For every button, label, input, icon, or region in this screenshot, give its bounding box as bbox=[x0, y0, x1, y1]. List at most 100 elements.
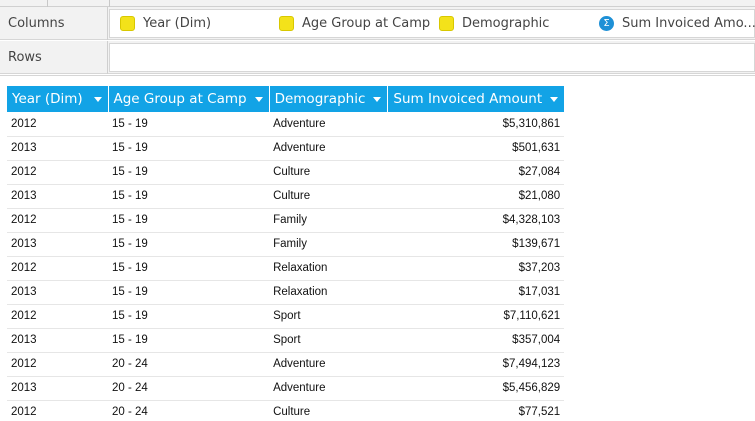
cell-age-group: 20 - 24 bbox=[108, 376, 270, 401]
table-row[interactable]: 2012 20 - 24 Culture $77,521 bbox=[7, 400, 565, 421]
cell-year: 2012 bbox=[7, 400, 108, 421]
cell-sum-invoiced: $77,521 bbox=[387, 400, 565, 421]
cell-demographic: Family bbox=[269, 232, 388, 257]
results-grid: Year (Dim) Age Group at Camp Demographic… bbox=[0, 75, 755, 421]
column-header-label: Age Group at Camp bbox=[113, 91, 247, 107]
cell-age-group: 15 - 19 bbox=[108, 136, 270, 161]
tab-divider bbox=[109, 0, 110, 7]
dimension-marker-icon bbox=[120, 16, 135, 31]
cell-demographic: Adventure bbox=[269, 136, 388, 161]
sigma-measure-icon: Σ bbox=[599, 16, 614, 31]
cell-year: 2013 bbox=[7, 232, 108, 257]
chip-label: Demographic bbox=[462, 16, 550, 31]
cell-age-group: 15 - 19 bbox=[108, 280, 270, 305]
cell-year: 2012 bbox=[7, 256, 108, 281]
cell-sum-invoiced: $5,310,861 bbox=[387, 112, 565, 137]
table-row[interactable]: 2012 20 - 24 Adventure $7,494,123 bbox=[7, 352, 565, 377]
cell-year: 2013 bbox=[7, 136, 108, 161]
column-chip-year[interactable]: Year (Dim) bbox=[120, 10, 211, 37]
rows-drop-zone[interactable] bbox=[109, 43, 755, 72]
cell-sum-invoiced: $37,203 bbox=[387, 256, 565, 281]
dropdown-caret-icon[interactable] bbox=[373, 97, 382, 102]
table-row[interactable]: 2012 15 - 19 Sport $7,110,621 bbox=[7, 304, 565, 329]
column-chip-demographic[interactable]: Demographic bbox=[439, 10, 549, 37]
columns-shelf-label: Columns bbox=[0, 7, 108, 40]
cell-sum-invoiced: $501,631 bbox=[387, 136, 565, 161]
cell-age-group: 15 - 19 bbox=[108, 232, 270, 257]
column-header-year[interactable]: Year (Dim) bbox=[7, 86, 109, 112]
cell-age-group: 15 - 19 bbox=[108, 184, 270, 209]
cell-age-group: 15 - 19 bbox=[108, 160, 270, 185]
table-row[interactable]: 2013 15 - 19 Adventure $501,631 bbox=[7, 136, 565, 161]
cell-age-group: 15 - 19 bbox=[108, 328, 270, 353]
cell-year: 2013 bbox=[7, 328, 108, 353]
cell-sum-invoiced: $5,456,829 bbox=[387, 376, 565, 401]
table-row[interactable]: 2013 15 - 19 Family $139,671 bbox=[7, 232, 565, 257]
column-header-label: Sum Invoiced Amount bbox=[393, 91, 543, 107]
cell-year: 2013 bbox=[7, 280, 108, 305]
column-header-age-group[interactable]: Age Group at Camp bbox=[108, 86, 270, 112]
cell-age-group: 15 - 19 bbox=[108, 208, 270, 233]
dimension-marker-icon bbox=[279, 16, 294, 31]
cell-sum-invoiced: $357,004 bbox=[387, 328, 565, 353]
cell-age-group: 20 - 24 bbox=[108, 352, 270, 377]
cell-age-group: 20 - 24 bbox=[108, 400, 270, 421]
table-row[interactable]: 2013 15 - 19 Relaxation $17,031 bbox=[7, 280, 565, 305]
cell-sum-invoiced: $17,031 bbox=[387, 280, 565, 305]
cell-sum-invoiced: $7,494,123 bbox=[387, 352, 565, 377]
table-row[interactable]: 2012 15 - 19 Adventure $5,310,861 bbox=[7, 112, 565, 137]
table-row[interactable]: 2012 15 - 19 Culture $27,084 bbox=[7, 160, 565, 185]
rows-shelf: Rows bbox=[0, 41, 755, 74]
dimension-marker-icon bbox=[439, 16, 454, 31]
cell-demographic: Adventure bbox=[269, 376, 388, 401]
cell-year: 2012 bbox=[7, 352, 108, 377]
cell-year: 2012 bbox=[7, 160, 108, 185]
cell-demographic: Culture bbox=[269, 400, 388, 421]
tab-strip bbox=[0, 0, 755, 7]
results-table: Year (Dim) Age Group at Camp Demographic… bbox=[7, 86, 565, 421]
chip-label: Sum Invoiced Amo... bbox=[622, 16, 755, 31]
chip-label: Year (Dim) bbox=[143, 16, 212, 31]
cell-sum-invoiced: $4,328,103 bbox=[387, 208, 565, 233]
column-header-label: Demographic bbox=[274, 91, 366, 107]
cell-sum-invoiced: $27,084 bbox=[387, 160, 565, 185]
tab-divider bbox=[47, 0, 48, 7]
cell-age-group: 15 - 19 bbox=[108, 256, 270, 281]
table-row[interactable]: 2012 15 - 19 Relaxation $37,203 bbox=[7, 256, 565, 281]
table-row[interactable]: 2013 15 - 19 Sport $357,004 bbox=[7, 328, 565, 353]
cell-demographic: Family bbox=[269, 208, 388, 233]
cell-demographic: Relaxation bbox=[269, 256, 388, 281]
cell-year: 2012 bbox=[7, 208, 108, 233]
chip-label: Age Group at Camp bbox=[302, 16, 431, 31]
cell-demographic: Sport bbox=[269, 328, 388, 353]
table-row[interactable]: 2013 15 - 19 Culture $21,080 bbox=[7, 184, 565, 209]
cell-sum-invoiced: $139,671 bbox=[387, 232, 565, 257]
cell-demographic: Adventure bbox=[269, 352, 388, 377]
cell-demographic: Relaxation bbox=[269, 280, 388, 305]
cell-age-group: 15 - 19 bbox=[108, 112, 270, 137]
table-row[interactable]: 2012 15 - 19 Family $4,328,103 bbox=[7, 208, 565, 233]
table-row[interactable]: 2013 20 - 24 Adventure $5,456,829 bbox=[7, 376, 565, 401]
cell-demographic: Culture bbox=[269, 160, 388, 185]
dropdown-caret-icon[interactable] bbox=[93, 97, 102, 102]
column-chip-age-group[interactable]: Age Group at Camp bbox=[279, 10, 430, 37]
table-header-row: Year (Dim) Age Group at Camp Demographic… bbox=[7, 86, 565, 112]
dropdown-caret-icon[interactable] bbox=[550, 97, 559, 102]
dropdown-caret-icon[interactable] bbox=[254, 97, 263, 102]
cell-demographic: Culture bbox=[269, 184, 388, 209]
cell-demographic: Adventure bbox=[269, 112, 388, 137]
cell-sum-invoiced: $7,110,621 bbox=[387, 304, 565, 329]
columns-shelf: Columns Year (Dim) Age Group at Camp Dem… bbox=[0, 7, 755, 40]
columns-drop-zone[interactable]: Year (Dim) Age Group at Camp Demographic… bbox=[109, 9, 755, 38]
cell-year: 2013 bbox=[7, 376, 108, 401]
rows-shelf-label: Rows bbox=[0, 41, 108, 74]
cell-year: 2012 bbox=[7, 112, 108, 137]
cell-year: 2012 bbox=[7, 304, 108, 329]
table-body: 2012 15 - 19 Adventure $5,310,861 2013 15 - 1… bbox=[7, 112, 565, 421]
column-header-sum-invoiced[interactable]: Sum Invoiced Amount bbox=[387, 86, 565, 112]
cell-demographic: Sport bbox=[269, 304, 388, 329]
column-chip-sum-invoiced[interactable]: Σ Sum Invoiced Amo... bbox=[599, 10, 755, 37]
column-header-demographic[interactable]: Demographic bbox=[269, 86, 389, 112]
cell-sum-invoiced: $21,080 bbox=[387, 184, 565, 209]
column-header-label: Year (Dim) bbox=[12, 91, 83, 107]
